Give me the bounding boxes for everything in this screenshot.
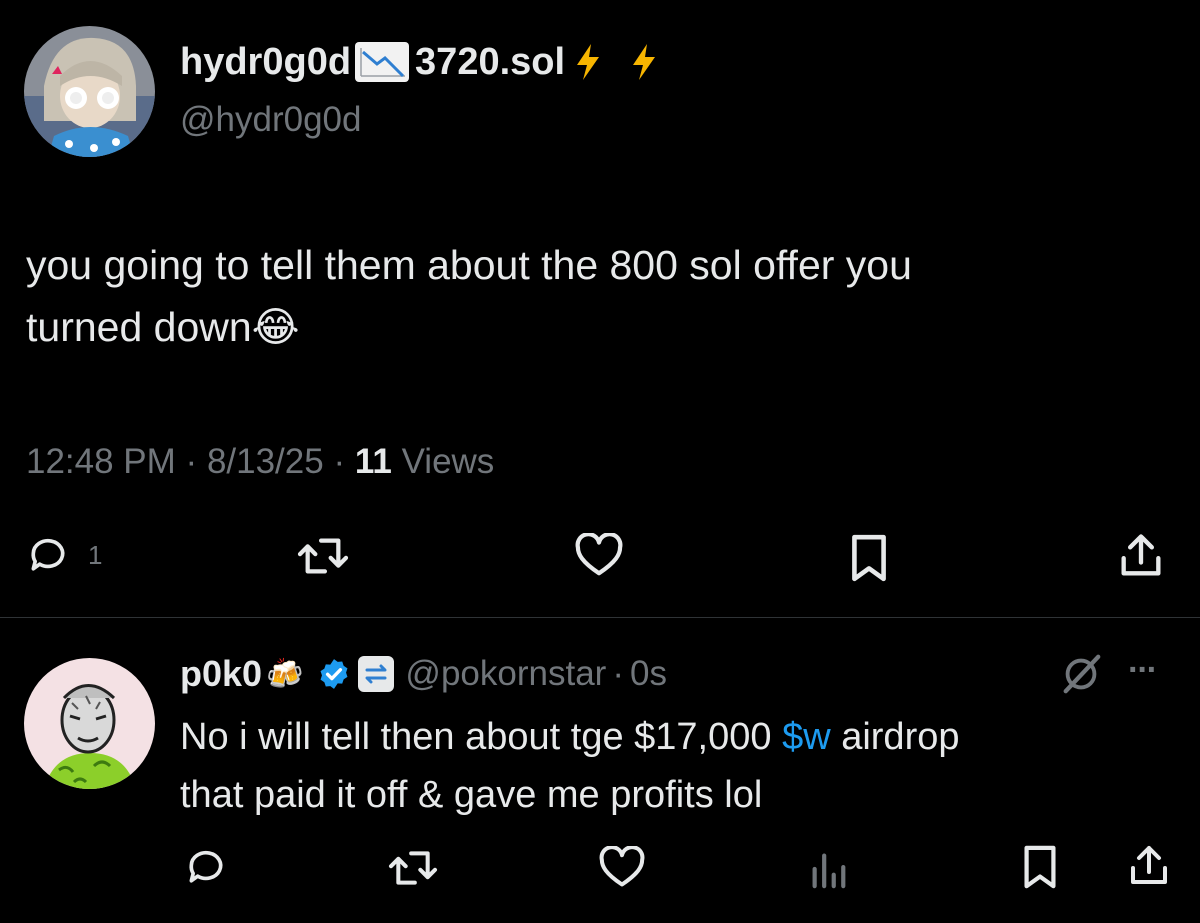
verified-badge-icon[interactable] — [317, 657, 351, 691]
views-count[interactable]: 11 — [355, 442, 392, 481]
affiliate-badge-icon[interactable] — [357, 655, 395, 693]
more-options-button[interactable]: ··· — [1128, 648, 1158, 692]
reply-retweet-button[interactable] — [387, 846, 439, 890]
handle[interactable]: @hydr0g0d — [180, 98, 361, 142]
bookmark-icon — [847, 533, 891, 583]
reply-share-button[interactable] — [1125, 842, 1173, 890]
display-name[interactable]: hydr0g0d 3720.sol — [180, 40, 657, 84]
views-icon — [808, 848, 848, 890]
reply-text-line2: that paid it off & gave me profits lol — [180, 774, 763, 816]
like-button[interactable] — [573, 533, 625, 579]
reply-count: 1 — [88, 539, 103, 570]
avatar[interactable] — [24, 26, 155, 157]
reply-text-line1-before: No i will tell then about tge $17,000 — [180, 716, 783, 758]
reply-text-line1-after: airdrop — [830, 716, 960, 758]
reply-like-button[interactable] — [598, 846, 646, 890]
tweet-time[interactable]: 12:48 PM — [26, 442, 176, 481]
lightning-icon — [575, 42, 601, 82]
lightning-icon — [631, 42, 657, 82]
retweet-icon — [387, 846, 439, 890]
reply-icon — [26, 533, 70, 577]
meta-separator: · — [185, 442, 198, 481]
retweet-button[interactable] — [295, 533, 351, 579]
reply-display-name[interactable]: p0k0 — [180, 653, 262, 695]
share-button[interactable] — [1115, 530, 1167, 582]
reply-handle[interactable]: @pokornstar — [405, 654, 606, 694]
bookmark-button[interactable] — [847, 533, 891, 583]
like-icon — [598, 846, 646, 890]
reply-separator: · — [612, 654, 624, 693]
display-name-part2: 3720.sol — [415, 41, 566, 83]
display-name-part1: hydr0g0d — [180, 41, 352, 83]
reply-text: No i will tell then about tge $17,000 $w… — [180, 708, 1180, 824]
tweet-meta: 12:48 PM · 8/13/25 · 11 Views — [26, 440, 494, 484]
reply-views-button[interactable] — [808, 848, 848, 890]
like-icon — [573, 533, 625, 579]
bookmark-icon — [1020, 844, 1060, 890]
reply-time[interactable]: 0s — [630, 654, 667, 694]
chart-decreasing-icon — [353, 40, 411, 84]
views-label: Views — [401, 442, 495, 481]
cashtag-link[interactable]: $w — [782, 716, 831, 758]
tweet-date[interactable]: 8/13/25 — [207, 442, 324, 481]
grok-icon[interactable] — [1058, 651, 1104, 697]
beer-emoji: 🍻 — [266, 657, 304, 691]
meta-separator: · — [333, 442, 346, 481]
share-icon — [1115, 530, 1167, 582]
share-icon — [1125, 842, 1173, 890]
reply-bookmark-button[interactable] — [1020, 844, 1060, 890]
tweet-text: you going to tell them about the 800 sol… — [26, 234, 1186, 358]
laughing-emoji: 😂 — [251, 304, 300, 350]
reply-avatar[interactable] — [24, 658, 155, 789]
reply-button[interactable]: 1 — [26, 533, 102, 577]
reply-header: p0k0 🍻 @pokornstar · 0s — [180, 651, 667, 697]
tweet-text-line2: turned down — [26, 304, 252, 350]
tweet-text-line1: you going to tell them about the 800 sol… — [26, 242, 912, 288]
reply-reply-button[interactable] — [184, 845, 228, 889]
retweet-icon — [295, 533, 351, 579]
divider — [0, 617, 1200, 618]
reply-icon — [184, 845, 228, 889]
